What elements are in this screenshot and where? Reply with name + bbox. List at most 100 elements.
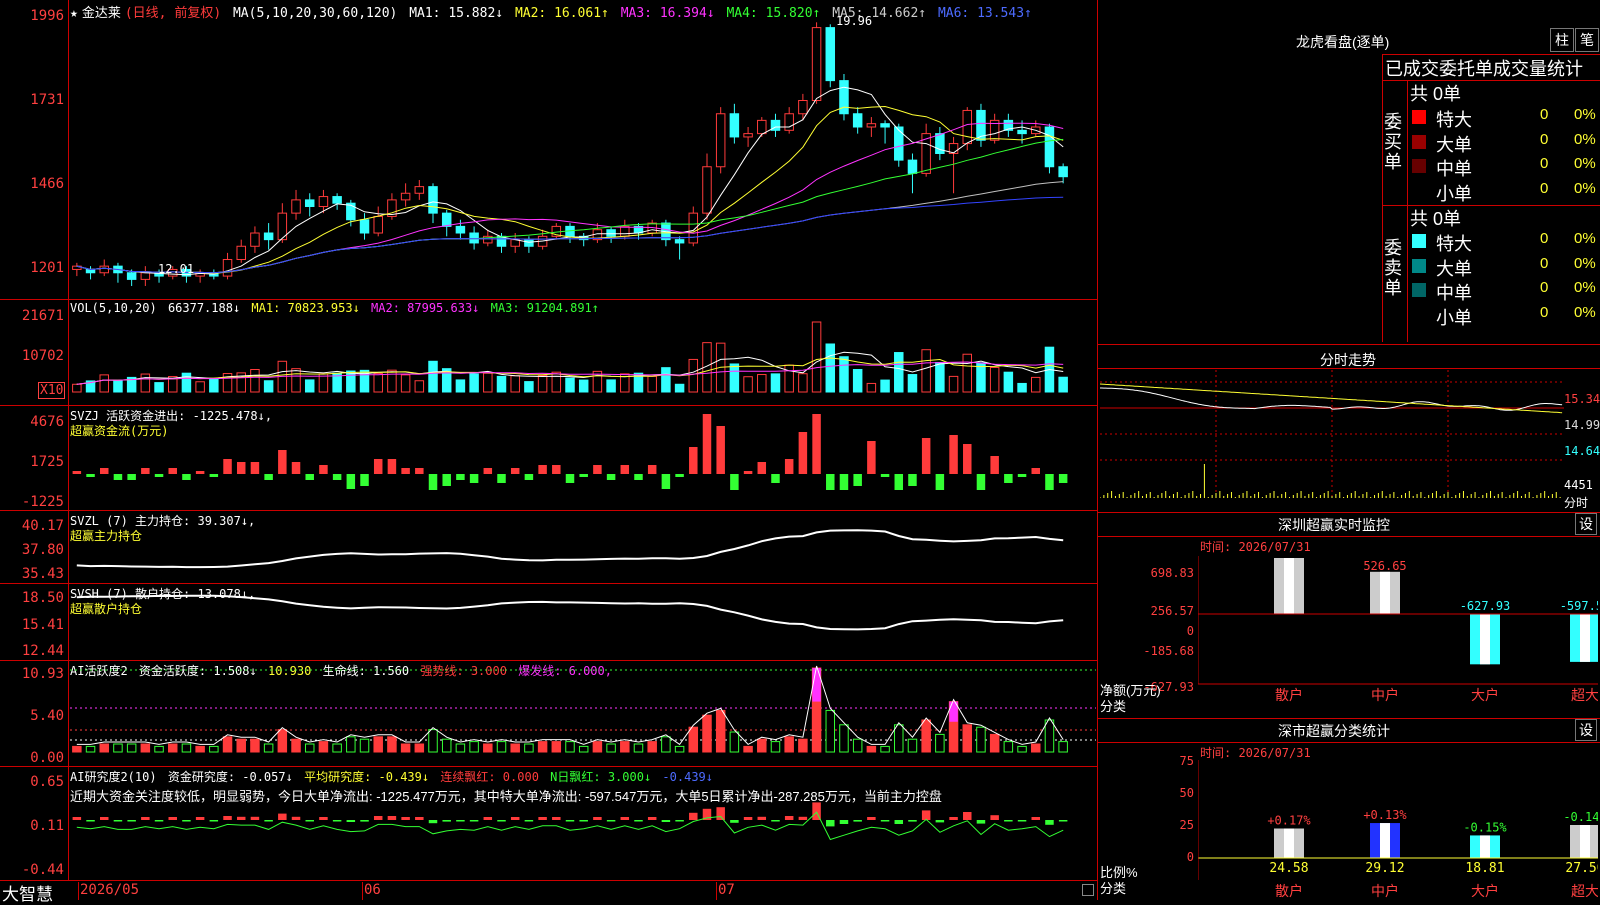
research-bar: [661, 820, 671, 822]
flow-bar: [497, 474, 506, 483]
retail-holding-chart[interactable]: [70, 590, 1096, 660]
flow-bar: [524, 474, 534, 480]
research-bar: [346, 820, 356, 822]
flow-bar: [415, 468, 424, 474]
research-bar: [141, 817, 150, 820]
monitor-settings-button[interactable]: 设: [1575, 513, 1597, 535]
ai-research-chart[interactable]: [70, 800, 1096, 880]
flow-bar: [716, 426, 725, 474]
flow-bar: [908, 474, 917, 486]
activity-bar: [606, 743, 616, 753]
main-holding-chart[interactable]: [70, 512, 1096, 582]
ma-line-10: [76, 105, 1064, 274]
bottom-divider: [0, 880, 1098, 881]
candle-body: [332, 196, 342, 204]
vol-unit-badge[interactable]: X10: [38, 382, 66, 399]
flow-bar: [826, 474, 835, 490]
monitor-xlabel: 分类: [1100, 699, 1127, 714]
volume-bar: [373, 373, 383, 393]
volume-bar: [195, 381, 205, 393]
flow-bar: [483, 468, 493, 474]
activity-bar: [263, 743, 274, 753]
activity-bar: [592, 741, 603, 753]
intraday-chart[interactable]: [1100, 370, 1564, 510]
panel-divider: [0, 583, 1098, 584]
candle-body: [373, 215, 383, 234]
candle-body: [1044, 126, 1055, 168]
fund-flow-chart[interactable]: [70, 412, 1096, 508]
net-amount-bar-highlight: [1580, 614, 1590, 662]
flow-bar: [182, 474, 191, 480]
candle-body: [1017, 129, 1027, 135]
bar-mode-button[interactable]: 柱: [1550, 28, 1574, 52]
classify-settings-button[interactable]: 设: [1575, 719, 1597, 741]
tick-mode-button[interactable]: 笔: [1575, 28, 1599, 52]
activity-bar: [880, 745, 890, 753]
candle-body: [99, 265, 109, 274]
candle-body: [715, 113, 726, 168]
price-axis-label: 1996: [30, 8, 64, 24]
flow-bar: [72, 471, 82, 474]
research-bar: [373, 816, 383, 820]
classify-xlabel: 分类: [1100, 881, 1127, 896]
volume-bar: [250, 369, 260, 393]
ratio-bar-highlight: [1580, 825, 1590, 858]
research-bar: [1031, 817, 1040, 820]
research-bar: [223, 816, 232, 820]
candle-body: [222, 259, 233, 277]
research-bar: [319, 817, 328, 820]
flow-bar: [360, 474, 369, 486]
svsh-axis-label: 12.44: [21, 643, 64, 659]
buy-side-label: 委买单: [1384, 112, 1402, 172]
activity-bar: [647, 741, 657, 753]
order-percent: 0%: [1574, 130, 1596, 148]
order-type-label: 特大: [1436, 234, 1472, 254]
lock-icon[interactable]: [1082, 884, 1094, 896]
research-bar: [743, 817, 753, 820]
activity-bar: [825, 709, 836, 753]
volume-bar: [729, 363, 740, 393]
research-bar: [1017, 820, 1027, 822]
price-axis-label: 1466: [30, 176, 64, 192]
flow-bar: [798, 432, 808, 474]
ratio-bar-highlight: [1480, 835, 1490, 858]
flow-bar: [1017, 474, 1027, 477]
flow-bar: [278, 450, 287, 474]
flow-bar: [771, 474, 780, 483]
activity-bar: [455, 743, 466, 753]
activity-bar: [757, 738, 767, 753]
volume-bar: [140, 373, 151, 393]
candle-body: [757, 119, 767, 135]
volume-bar: [866, 382, 877, 393]
volume-bar: [304, 379, 315, 393]
ratio-bar-highlight: [1284, 828, 1294, 858]
activity-bar: [154, 745, 164, 753]
research-bar: [182, 820, 191, 822]
order-color-swatch: [1412, 283, 1426, 297]
ratio-category: 超大: [1571, 883, 1598, 899]
flow-bar: [1058, 474, 1068, 483]
research-bar: [442, 820, 451, 822]
ai-activity-chart[interactable]: [70, 664, 1096, 764]
activity-bar: [702, 714, 712, 753]
research-bar: [565, 820, 575, 822]
candle-body: [469, 232, 479, 244]
flow-bar: [812, 414, 821, 474]
order-color-swatch: [1412, 234, 1426, 248]
activity-bar: [496, 741, 507, 753]
research-bar: [647, 817, 657, 820]
research-bar: [675, 820, 684, 822]
research-bar: [1004, 820, 1013, 822]
monitor-time: 时间: 2026/07/31: [1200, 540, 1311, 554]
volume-chart[interactable]: [70, 318, 1096, 398]
app-logo[interactable]: 大智慧: [2, 880, 53, 905]
svsh-axis-label: 15.41: [21, 617, 64, 633]
ratio-bar-chart[interactable]: +0.17% 24.58 散户 +0.13% 29.12 中户 -0.15% 18.81 大户 -…: [1198, 760, 1598, 900]
candle-body: [894, 126, 904, 161]
candlestick-chart[interactable]: [70, 14, 1096, 294]
flow-bar: [867, 441, 876, 474]
ratio-value: 24.58: [1269, 861, 1308, 876]
activity-bar: [332, 743, 342, 753]
ai2-axis-label: 0.65: [30, 774, 64, 790]
net-amount-bar-chart[interactable]: 698.83 散户 526.65 中户 -627.93 大户 -597.55 超大: [1198, 556, 1598, 706]
